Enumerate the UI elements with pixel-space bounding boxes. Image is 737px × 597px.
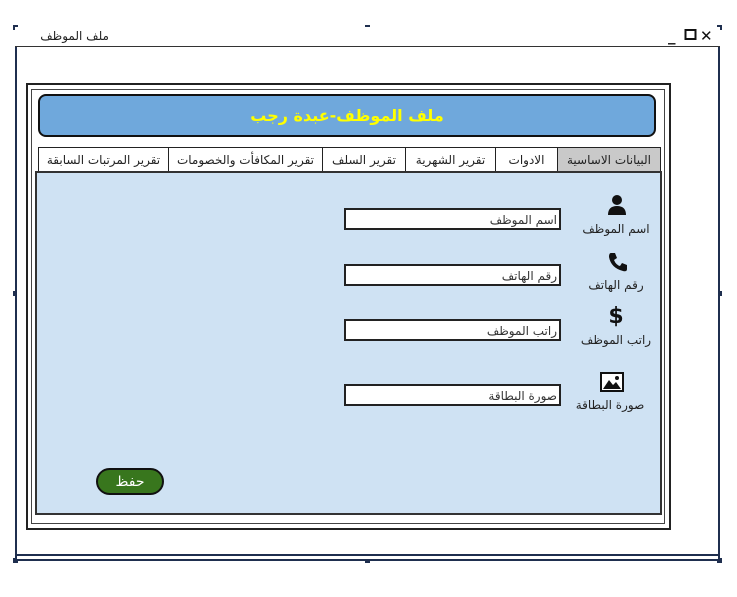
save-button[interactable]: حفظ <box>96 468 164 495</box>
window-title: ملف الموظف <box>40 29 109 43</box>
employee-name-input[interactable]: اسم الموظف <box>344 208 561 230</box>
tab-strip: البيانات الاساسية الادوات تقرير الشهرية … <box>35 147 661 172</box>
dollar-icon: $ <box>608 303 624 329</box>
tab-monthly-report[interactable]: تقرير الشهرية <box>405 147 496 172</box>
tab-basic-data[interactable]: البيانات الاساسية <box>557 147 661 172</box>
header-bar: ملف الموظف-عبدة رجب <box>38 94 656 137</box>
phone-number-input[interactable]: رقم الهاتف <box>344 264 561 286</box>
maximize-icon <box>684 29 697 40</box>
label-employee-name: اسم الموظف <box>582 222 650 236</box>
image-icon <box>597 370 627 394</box>
label-employee-salary: راتب الموظف <box>580 333 652 347</box>
tab-bonuses-deductions-report[interactable]: تقرير المكافأت والخصومات <box>168 147 323 172</box>
label-phone-number: رقم الهاتف <box>588 278 644 292</box>
title-bar[interactable] <box>15 27 720 47</box>
user-icon <box>602 193 632 217</box>
page-title: ملف الموظف-عبدة رجب <box>250 106 444 125</box>
close-button[interactable]: ✕ <box>700 28 713 44</box>
card-image-input[interactable]: صورة البطاقة <box>344 384 561 406</box>
tab-previous-salaries-report[interactable]: تقرير المرتبات السابقة <box>37 147 170 172</box>
maximize-button[interactable] <box>684 28 697 44</box>
label-card-image: صورة البطاقة <box>575 398 645 412</box>
minimize-button[interactable]: _ <box>668 28 676 44</box>
phone-icon <box>603 250 633 274</box>
employee-salary-input[interactable]: راتب الموظف <box>344 319 561 341</box>
tab-advances-report[interactable]: تقرير السلف <box>321 147 407 172</box>
tab-tools[interactable]: الادوات <box>494 147 559 172</box>
